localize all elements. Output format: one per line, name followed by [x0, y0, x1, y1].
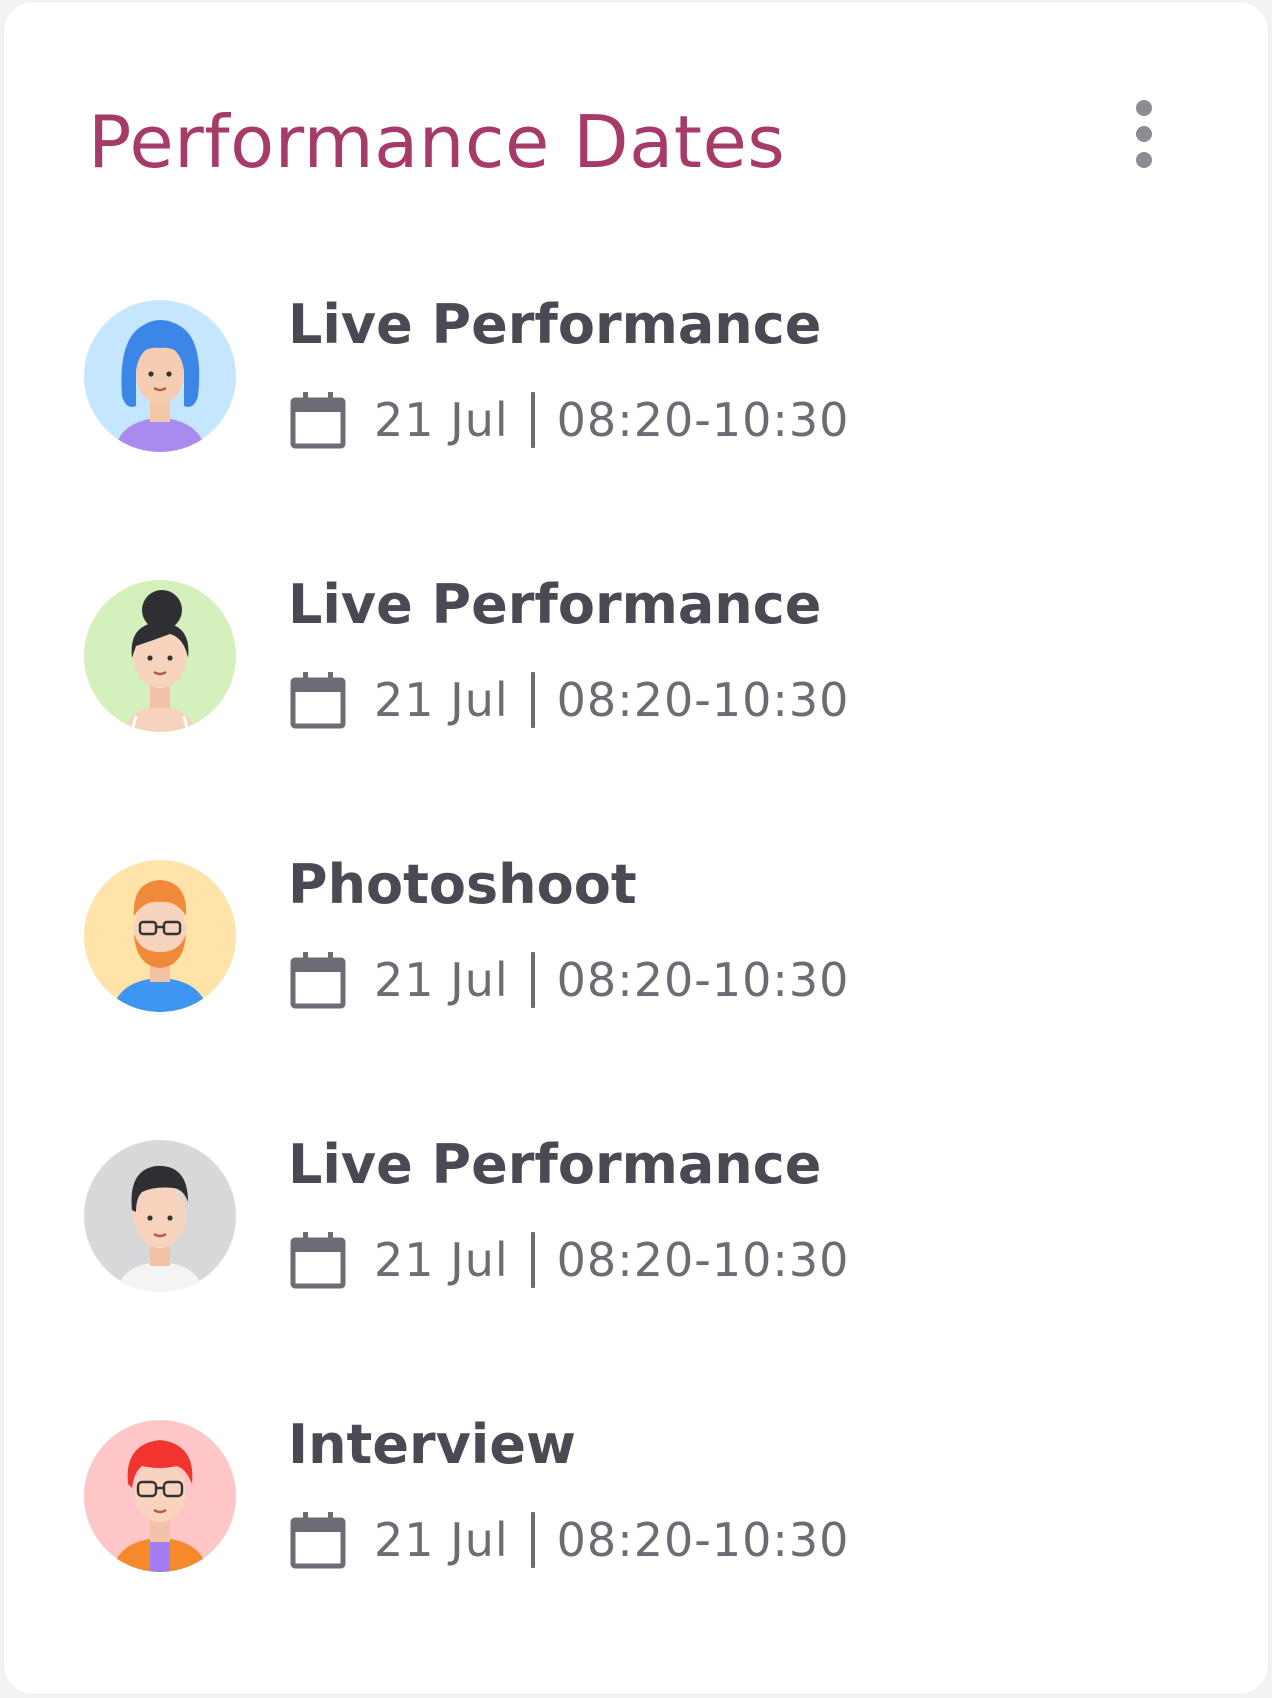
avatar	[84, 580, 236, 732]
avatar-blue-hair-woman	[84, 300, 236, 452]
avatar-red-hair-glasses	[84, 1420, 236, 1572]
avatar-bearded-man-glasses	[84, 860, 236, 1012]
avatar-dark-hair-man	[84, 1140, 236, 1292]
event-date: 21 Jul	[374, 673, 509, 727]
menu-dot	[1136, 126, 1152, 142]
event-date: 21 Jul	[374, 953, 509, 1007]
event-item[interactable]: Interview 21 Jul 08:20-10:30	[4, 1413, 1268, 1580]
avatar-bun-hair-woman	[84, 580, 236, 732]
event-item[interactable]: Live Performance 21 Jul 08:20-10:30	[4, 293, 1268, 460]
event-time: 08:20-10:30	[556, 1233, 850, 1287]
menu-dot	[1136, 152, 1152, 168]
event-title: Live Performance	[288, 293, 822, 356]
avatar	[84, 1420, 236, 1572]
event-item[interactable]: Live Performance 21 Jul 08:20-10:30	[4, 573, 1268, 740]
avatar	[84, 1140, 236, 1292]
separator	[530, 1512, 535, 1568]
calendar-icon	[290, 952, 346, 1009]
event-title: Live Performance	[288, 1133, 822, 1196]
event-date: 21 Jul	[374, 1513, 509, 1567]
menu-dot	[1136, 100, 1152, 116]
card-title: Performance Dates	[88, 100, 786, 184]
performance-dates-card: Performance Dates Live Performance 21 Ju…	[4, 2, 1268, 1694]
event-time: 08:20-10:30	[556, 953, 850, 1007]
calendar-icon	[290, 672, 346, 729]
event-date: 21 Jul	[374, 393, 509, 447]
event-datetime: 21 Jul 08:20-10:30	[290, 1228, 849, 1292]
event-datetime: 21 Jul 08:20-10:30	[290, 668, 849, 732]
avatar	[84, 860, 236, 1012]
calendar-icon	[290, 1232, 346, 1289]
event-title: Interview	[288, 1413, 576, 1476]
event-item[interactable]: Photoshoot 21 Jul 08:20-10:30	[4, 853, 1268, 1020]
event-title: Photoshoot	[288, 853, 637, 916]
event-date: 21 Jul	[374, 1233, 509, 1287]
event-time: 08:20-10:30	[556, 673, 850, 727]
event-datetime: 21 Jul 08:20-10:30	[290, 1508, 849, 1572]
event-time: 08:20-10:30	[556, 1513, 850, 1567]
event-time: 08:20-10:30	[556, 393, 850, 447]
separator	[530, 392, 535, 448]
event-datetime: 21 Jul 08:20-10:30	[290, 948, 849, 1012]
event-title: Live Performance	[288, 573, 822, 636]
avatar	[84, 300, 236, 452]
separator	[530, 1232, 535, 1288]
calendar-icon	[290, 392, 346, 449]
more-vertical-icon[interactable]	[1114, 94, 1174, 174]
event-datetime: 21 Jul 08:20-10:30	[290, 388, 849, 452]
separator	[530, 672, 535, 728]
calendar-icon	[290, 1512, 346, 1569]
separator	[530, 952, 535, 1008]
event-item[interactable]: Live Performance 21 Jul 08:20-10:30	[4, 1133, 1268, 1300]
